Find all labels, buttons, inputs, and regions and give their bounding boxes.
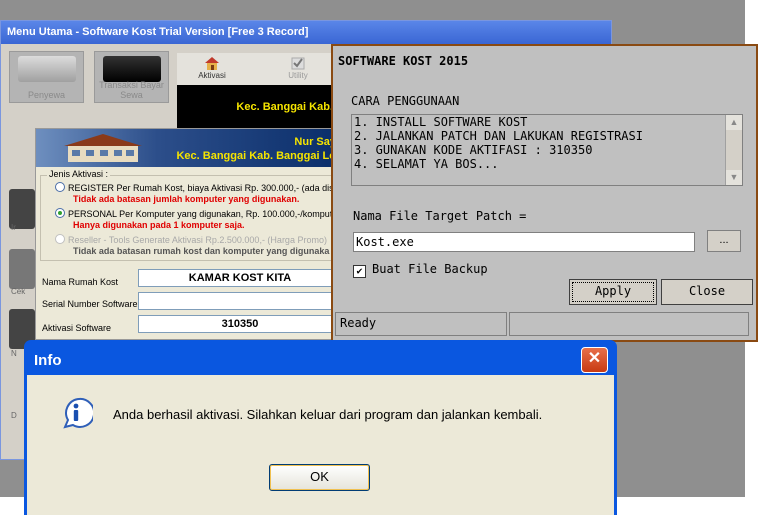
instruction-line: 2. JALANKAN PATCH DAN LAKUKAN REGISTRASI	[354, 129, 643, 143]
option-label: REGISTER Per Rumah Kost, biaya Aktivasi …	[68, 183, 341, 193]
option-reseller: Reseller - Tools Generate Aktivasi Rp.2.…	[55, 234, 327, 245]
instruction-line: 3. GUNAKAN KODE AKTIFASI : 310350	[354, 143, 593, 157]
backup-checkbox-row[interactable]: ✔ Buat File Backup	[353, 262, 488, 278]
utility-icon	[291, 57, 305, 70]
field-label: Serial Number Software	[42, 299, 138, 309]
menu-tile-label: Penyewa	[27, 90, 66, 100]
ok-button[interactable]: OK	[269, 464, 370, 491]
scroll-down-icon[interactable]: ▼	[726, 170, 742, 185]
dialog-title: Info	[34, 352, 62, 369]
option-label: PERSONAL Per Komputer yang digunakan, Rp…	[68, 209, 341, 219]
side-menu-label: N	[11, 349, 17, 358]
field-label: Nama Rumah Kost	[42, 277, 119, 287]
side-menu-icon[interactable]	[9, 249, 35, 289]
field-label: Aktivasi Software	[42, 323, 112, 333]
apply-button[interactable]: Apply	[569, 279, 657, 305]
browse-button[interactable]: ...	[707, 230, 741, 252]
serial-number-field[interactable]	[138, 292, 340, 310]
backup-checkbox[interactable]: ✔	[353, 265, 366, 278]
side-menu-label: Ir	[11, 223, 16, 232]
toolbar-aktivasi[interactable]: Aktivasi	[187, 55, 237, 80]
menu-tile-transaksi[interactable]: Transaksi Bayar Sewa	[94, 51, 169, 103]
instruction-line: 4. SELAMAT YA BOS...	[354, 157, 499, 171]
instruction-line: 1. INSTALL SOFTWARE KOST	[354, 115, 528, 129]
radio-button-disabled	[55, 234, 65, 244]
menu-tile-label: Transaksi Bayar Sewa	[99, 80, 164, 100]
target-patch-input[interactable]: Kost.exe	[353, 232, 695, 252]
option-note: Tidak ada batasan jumlah komputer yang d…	[73, 194, 300, 204]
radio-button-selected[interactable]	[55, 208, 65, 218]
dialog-title: SOFTWARE KOST 2015	[333, 46, 756, 74]
main-toolbar: Aktivasi Utility	[177, 53, 337, 85]
payment-icon	[103, 56, 161, 82]
scroll-up-icon[interactable]: ▲	[726, 115, 742, 130]
dialog-message: Anda berhasil aktivasi. Silahkan keluar …	[113, 407, 543, 422]
close-button[interactable]: Close	[661, 279, 753, 305]
toolbar-label: Utility	[288, 71, 308, 80]
activation-header: Nur Say Kec. Banggai Kab. Banggai Lo	[36, 129, 340, 167]
nama-rumah-kost-field[interactable]: KAMAR KOST KITA	[138, 269, 340, 287]
target-patch-label: Nama File Target Patch =	[353, 209, 527, 223]
activation-header-address: Kec. Banggai Kab. Banggai Lo	[176, 150, 336, 162]
close-icon[interactable]: ✕	[581, 347, 608, 373]
info-dialog: Info ✕ Anda berhasil aktivasi. Silahkan …	[24, 340, 617, 515]
group-title: Jenis Aktivasi :	[47, 169, 111, 179]
yellow-banner: Kec. Banggai Kab.	[177, 85, 337, 130]
option-note: Tidak ada batasan rumah kost dan kompute…	[73, 246, 330, 256]
side-menu-label: D	[11, 411, 17, 420]
option-register[interactable]: REGISTER Per Rumah Kost, biaya Aktivasi …	[55, 182, 341, 193]
software-kost-dialog: SOFTWARE KOST 2015 CARA PENGGUNAAN 1. IN…	[331, 44, 758, 342]
instructions-heading: CARA PENGGUNAAN	[351, 94, 460, 108]
status-bar: Ready	[333, 312, 756, 338]
info-icon	[63, 397, 93, 429]
status-text: Ready	[335, 312, 507, 336]
instructions-textarea[interactable]: 1. INSTALL SOFTWARE KOST 2. JALANKAN PAT…	[351, 114, 743, 186]
aktivasi-software-field[interactable]: 310350	[138, 315, 340, 333]
side-menu-label: Cek	[11, 287, 26, 296]
status-panel	[509, 312, 749, 336]
toolbar-label: Aktivasi	[198, 71, 226, 80]
boarding-house-picture	[64, 134, 142, 162]
activation-type-group: Jenis Aktivasi : REGISTER Per Rumah Kost…	[40, 169, 341, 261]
activation-header-name: Nur Say	[294, 136, 336, 148]
vertical-scrollbar[interactable]: ▲ ▼	[725, 115, 742, 185]
dialog-body: Anda berhasil aktivasi. Silahkan keluar …	[27, 375, 614, 515]
menu-tile-penyewa[interactable]: Penyewa	[9, 51, 84, 103]
radio-button[interactable]	[55, 182, 65, 192]
main-window-title: Menu Utama - Software Kost Trial Version…	[1, 21, 611, 44]
activation-panel: Nur Say Kec. Banggai Kab. Banggai Lo Jen…	[35, 128, 341, 340]
tenant-icon	[18, 56, 76, 82]
backup-label: Buat File Backup	[372, 262, 488, 276]
option-note: Hanya digunakan pada 1 komputer saja.	[73, 220, 245, 230]
option-personal[interactable]: PERSONAL Per Komputer yang digunakan, Rp…	[55, 208, 340, 219]
toolbar-utility[interactable]: Utility	[273, 55, 323, 80]
option-label: Reseller - Tools Generate Aktivasi Rp.2.…	[68, 235, 327, 245]
house-icon	[205, 57, 219, 70]
